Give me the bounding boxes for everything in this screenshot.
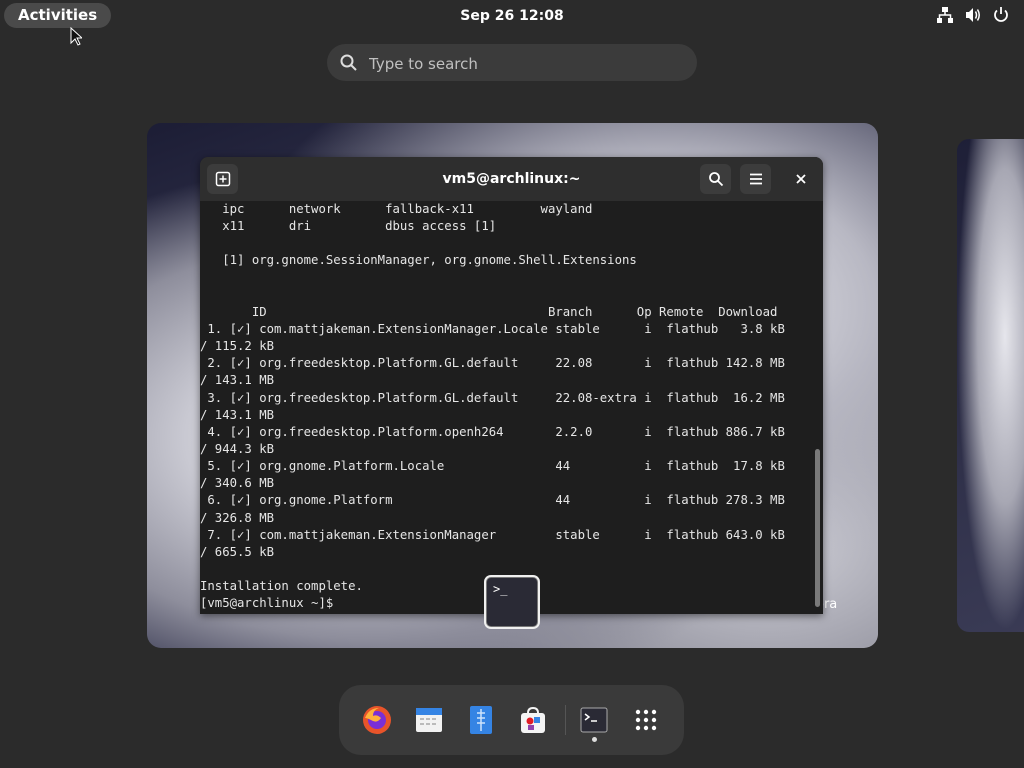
search-icon: [708, 172, 723, 187]
software-icon: [521, 706, 545, 733]
terminal-search-button[interactable]: [700, 164, 731, 194]
menu-button[interactable]: [740, 164, 771, 194]
firefox-launcher[interactable]: [359, 702, 395, 738]
close-button[interactable]: [786, 164, 816, 194]
terminal-line: 5. [✓] org.gnome.Platform.Locale 44 i fl…: [200, 459, 785, 474]
text-editor-launcher[interactable]: [463, 702, 499, 738]
dash: [339, 685, 684, 755]
search-input[interactable]: [367, 44, 681, 83]
dash-separator: [565, 705, 566, 735]
terminal-line: x11 dri dbus access [1]: [200, 219, 497, 234]
terminal-line: ipc network fallback-x11 wayland: [200, 202, 593, 216]
text-editor-icon: [470, 706, 492, 734]
terminal-output[interactable]: ipc network fallback-x11 wayland x11 dri…: [200, 201, 812, 614]
system-menu[interactable]: [936, 6, 1010, 24]
power-icon[interactable]: [992, 6, 1010, 24]
terminal-scrollbar[interactable]: [815, 449, 820, 607]
terminal-line: / 665.5 kB: [200, 544, 275, 559]
top-bar: Activities Sep 26 12:08: [0, 0, 1024, 32]
calendar-icon: [416, 708, 442, 732]
firefox-icon: [363, 706, 391, 734]
terminal-line: / 115.2 kB: [200, 339, 275, 354]
clock[interactable]: Sep 26 12:08: [0, 0, 1024, 32]
terminal-line: 6. [✓] org.gnome.Platform 44 i flathub 2…: [200, 493, 785, 508]
terminal-headerbar[interactable]: vm5@archlinux:~: [200, 157, 823, 201]
hamburger-menu-icon: [749, 173, 762, 185]
terminal-line: 1. [✓] com.mattjakeman.ExtensionManager.…: [200, 321, 785, 336]
network-icon[interactable]: [936, 6, 954, 24]
terminal-line: / 143.1 MB: [200, 373, 275, 388]
terminal-line: / 326.8 MB: [200, 510, 275, 525]
close-icon: [796, 174, 806, 184]
software-launcher[interactable]: [515, 702, 551, 738]
terminal-icon: [580, 707, 608, 733]
terminal-line: [1] org.gnome.SessionManager, org.gnome.…: [200, 253, 637, 268]
calendar-launcher[interactable]: [411, 702, 447, 738]
search-icon: [340, 54, 357, 71]
running-indicator: [592, 737, 597, 742]
workspace-thumbnail-next[interactable]: [957, 139, 1024, 632]
terminal-line: / 340.6 MB: [200, 476, 275, 491]
mouse-cursor-icon: [70, 26, 84, 51]
terminal-app-icon: >_: [486, 577, 538, 627]
terminal-line: 3. [✓] org.freedesktop.Platform.GL.defau…: [200, 390, 785, 405]
app-grid-icon: [635, 709, 657, 731]
terminal-line: / 143.1 MB: [200, 407, 275, 422]
terminal-line: 7. [✓] com.mattjakeman.ExtensionManager …: [200, 527, 785, 542]
show-apps-button[interactable]: [628, 702, 664, 738]
terminal-launcher[interactable]: [576, 702, 612, 738]
terminal-window[interactable]: vm5@archlinux:~ ipc network fallback-x11…: [200, 157, 823, 614]
terminal-line: / 944.3 kB: [200, 441, 275, 456]
search-bar[interactable]: [327, 44, 697, 83]
terminal-line: 2. [✓] org.freedesktop.Platform.GL.defau…: [200, 356, 785, 371]
terminal-line: ID Branch Op Remote Download: [200, 304, 778, 319]
terminal-line: 4. [✓] org.freedesktop.Platform.openh264…: [200, 424, 785, 439]
volume-icon[interactable]: [964, 6, 982, 24]
